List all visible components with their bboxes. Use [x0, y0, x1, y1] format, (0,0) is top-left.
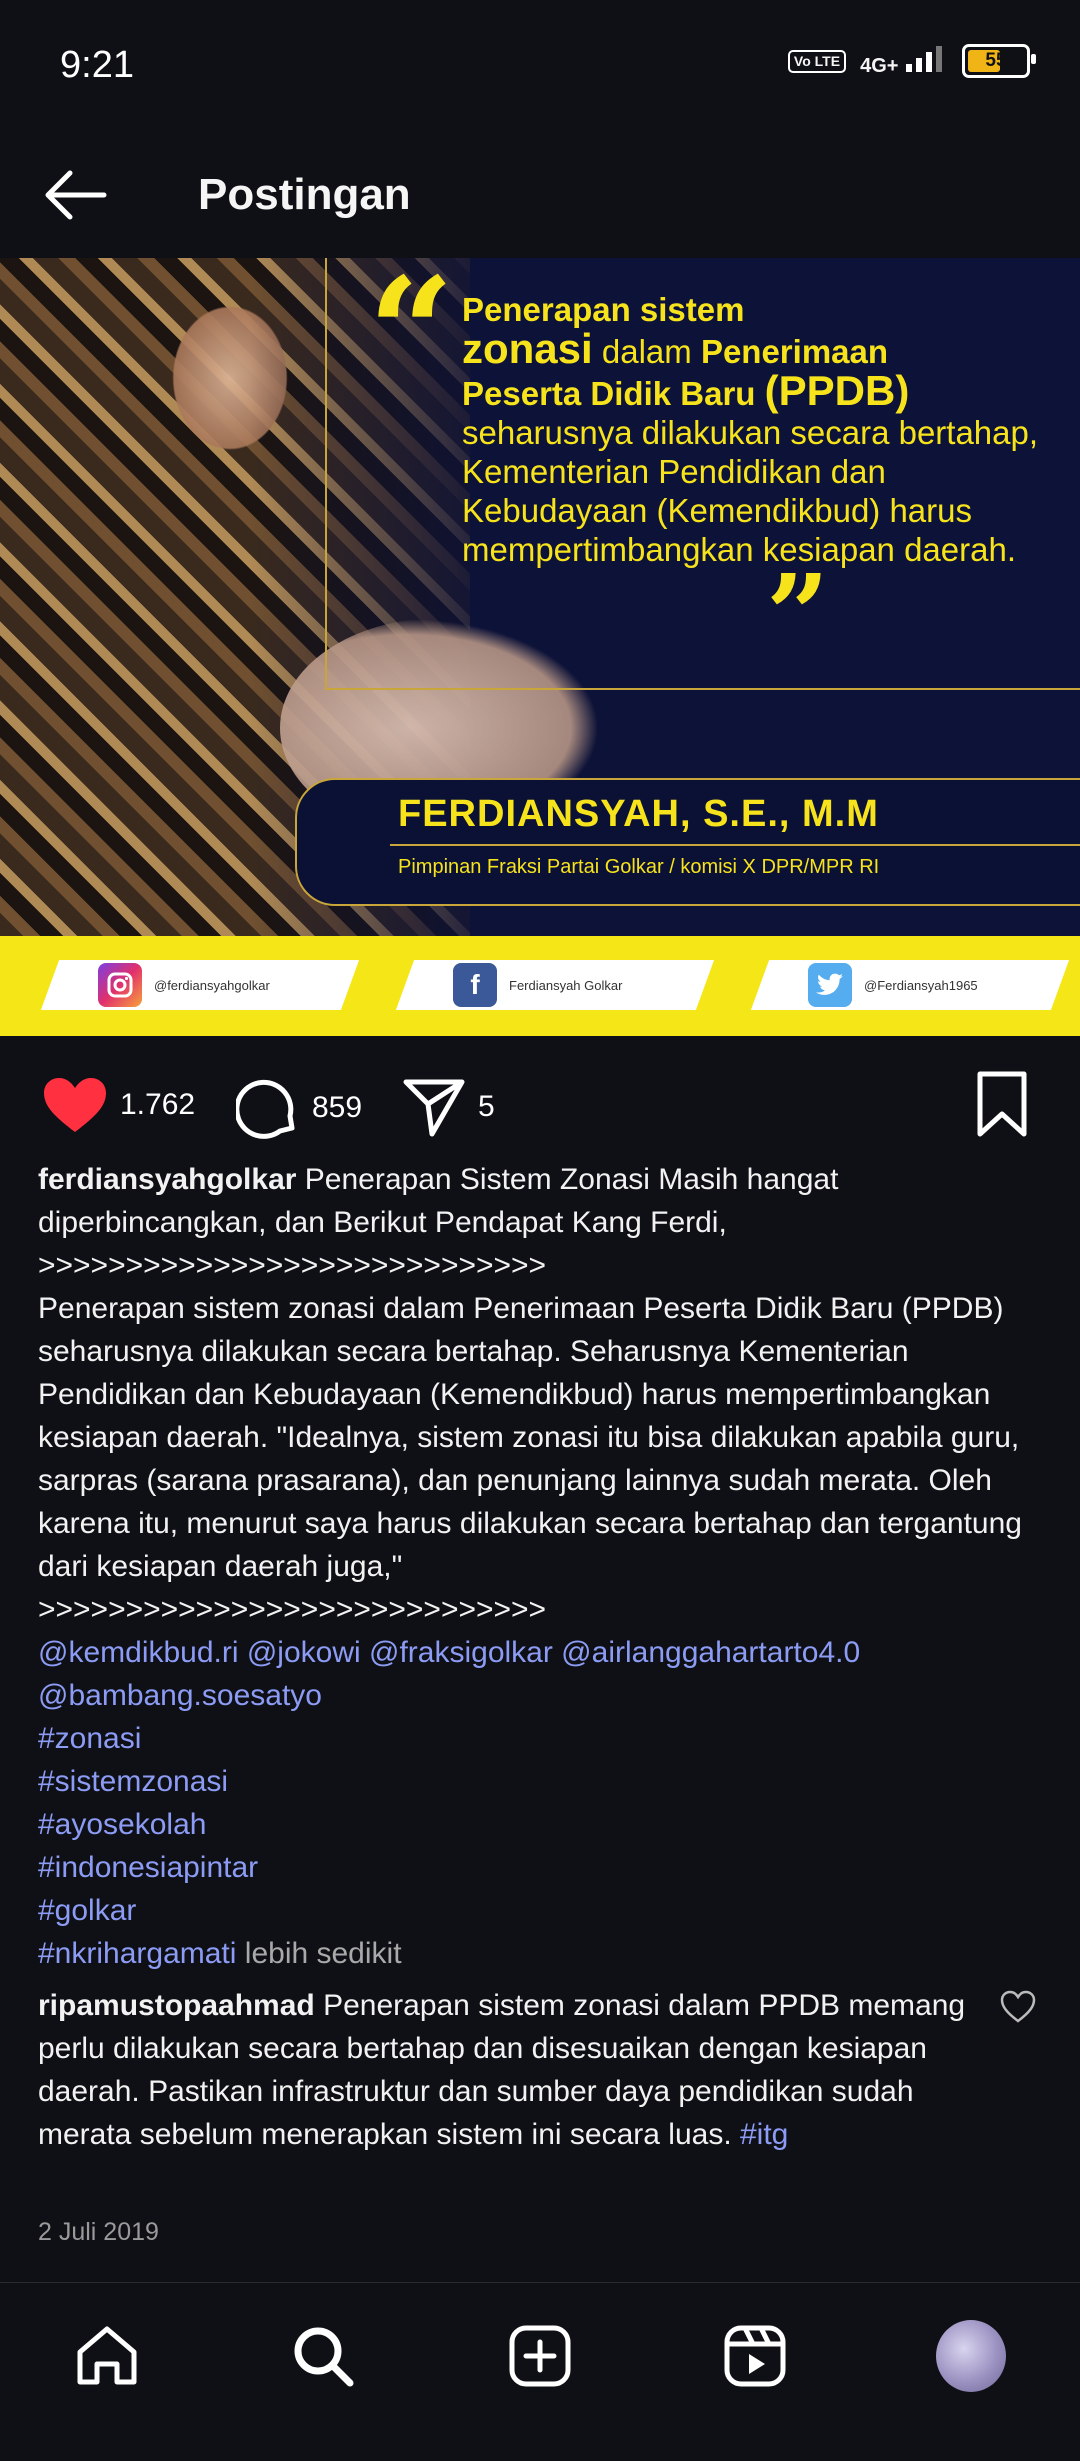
facebook-handle: Ferdiansyah Golkar: [509, 977, 623, 993]
show-less-link[interactable]: lebih sedikit: [245, 1937, 402, 1970]
page-title: Postingan: [198, 170, 411, 219]
caption-divider: >>>>>>>>>>>>>>>>>>>>>>>>>>>>>: [38, 1249, 547, 1282]
twitter-handle: @Ferdiansyah1965: [864, 977, 978, 993]
hashtag[interactable]: #ayosekolah: [38, 1803, 1048, 1846]
hashtag[interactable]: #nkrihargamati: [38, 1937, 236, 1970]
comment-button[interactable]: 859: [236, 1076, 362, 1140]
network-type: 4G+: [860, 55, 899, 77]
post-actions: 1.762 859 5: [0, 1056, 1080, 1166]
social-bar: @ferdiansyahgolkar f Ferdiansyah Golkar …: [0, 936, 1080, 1036]
twitter-icon: [808, 963, 852, 1007]
post-image[interactable]: “ Penerapan sistem zonasi dalam Penerima…: [0, 258, 1080, 1036]
heart-filled-icon: [44, 1078, 106, 1132]
caption-divider: >>>>>>>>>>>>>>>>>>>>>>>>>>>>>: [38, 1593, 547, 1626]
share-count: 5: [478, 1090, 495, 1123]
caption-mentions[interactable]: @kemdikbud.ri @jokowi @fraksigolkar @air…: [38, 1631, 1048, 1674]
quote-part: dalam: [601, 333, 692, 370]
facebook-badge: f Ferdiansyah Golkar: [395, 960, 715, 1010]
comment-like-button[interactable]: [1000, 1990, 1036, 2024]
like-count: 1.762: [120, 1088, 196, 1121]
back-arrow-icon: [45, 170, 107, 220]
search-icon: [294, 2327, 354, 2387]
profile-avatar: [936, 2320, 1006, 2392]
create-icon: [509, 2325, 571, 2387]
send-icon: [403, 1079, 465, 1137]
battery-level: 55: [985, 50, 1007, 71]
quote-part: Penerapan sistem: [462, 291, 745, 328]
speaker-title: Pimpinan Fraksi Partai Golkar / komisi X…: [398, 856, 880, 878]
hashtag[interactable]: #zonasi: [38, 1717, 1048, 1760]
quote-part: Penerimaan: [700, 333, 889, 370]
twitter-badge: @Ferdiansyah1965: [750, 960, 1070, 1010]
quote-part: seharusnya dilakukan secara bertahap, Ke…: [462, 414, 1039, 568]
nav-profile[interactable]: [936, 2320, 1006, 2392]
caption-body: Penerapan sistem zonasi dalam Penerimaan…: [38, 1292, 1022, 1583]
instagram-handle: @ferdiansyahgolkar: [154, 977, 270, 993]
network-signal-icon: 4G+: [860, 44, 948, 78]
post-caption: ferdiansyahgolkar Penerapan Sistem Zonas…: [38, 1158, 1048, 1975]
clock: 9:21: [60, 44, 134, 86]
comment-hashtag[interactable]: #itg: [740, 2118, 788, 2151]
top-bar: Postingan: [0, 130, 1080, 258]
nav-reels[interactable]: [720, 2321, 790, 2391]
signal-bars-icon: [906, 46, 942, 72]
hashtag[interactable]: #sistemzonasi: [38, 1760, 1048, 1803]
caption-mentions[interactable]: @bambang.soesatyo: [38, 1674, 1048, 1717]
bottom-navigation: [0, 2282, 1080, 2461]
caption-username[interactable]: ferdiansyahgolkar: [38, 1163, 296, 1196]
battery-icon: 55: [962, 44, 1036, 78]
nav-create[interactable]: [505, 2321, 575, 2391]
hashtag[interactable]: #indonesiapintar: [38, 1846, 1048, 1889]
speaker-name: FERDIANSYAH, S.E., M.M: [398, 793, 879, 835]
comment: ripamustopaahmad Penerapan sistem zonasi…: [38, 1984, 988, 2156]
reels-icon: [724, 2325, 786, 2387]
status-bar: 9:21 Vo LTE 4G+ 55: [0, 0, 1080, 130]
close-quote-icon: ”: [766, 550, 830, 679]
comment-username[interactable]: ripamustopaahmad: [38, 1989, 315, 2022]
like-button[interactable]: 1.762: [42, 1076, 195, 1134]
instagram-icon: [98, 963, 142, 1007]
volte-icon: Vo LTE: [787, 49, 847, 73]
instagram-badge: @ferdiansyahgolkar: [40, 960, 360, 1010]
comment-count: 859: [312, 1091, 363, 1124]
quote-part: Peserta Didik Baru: [462, 375, 756, 412]
post-date: 2 Juli 2019: [38, 2218, 159, 2246]
open-quote-icon: “: [368, 258, 455, 421]
name-divider: [390, 844, 1080, 846]
bookmark-icon: [977, 1071, 1027, 1137]
share-button[interactable]: 5: [402, 1076, 495, 1138]
home-icon: [77, 2326, 137, 2385]
nav-home[interactable]: [72, 2321, 142, 2391]
facebook-icon: f: [453, 963, 497, 1007]
hashtag[interactable]: #golkar: [38, 1889, 1048, 1932]
quote-part: (PPDB): [764, 367, 910, 414]
quote-text: Penerapan sistem zonasi dalam Penerimaan…: [462, 290, 1052, 569]
comment-icon: [236, 1079, 295, 1139]
back-button[interactable]: [38, 160, 118, 230]
heart-outline-icon: [1000, 1990, 1036, 2023]
nav-search[interactable]: [288, 2321, 358, 2391]
save-button[interactable]: [972, 1070, 1032, 1140]
status-icons: Vo LTE 4G+ 55: [787, 44, 1036, 78]
quote-part: zonasi: [462, 325, 593, 372]
